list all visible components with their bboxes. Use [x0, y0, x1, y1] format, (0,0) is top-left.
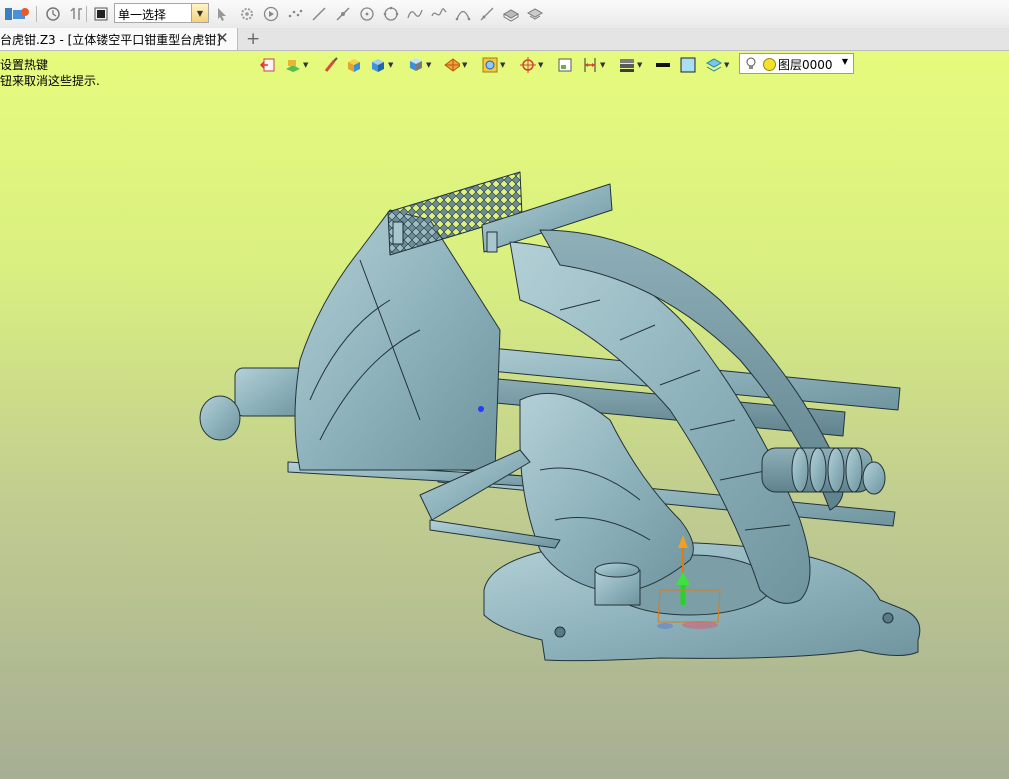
document-tab-title: 台虎钳.Z3 - [立体镂空平口钳重型台虎钳] — [0, 33, 221, 47]
document-tab-bar: 台虎钳.Z3 - [立体镂空平口钳重型台虎钳] ✕ + — [0, 28, 1009, 51]
stop-square-icon[interactable] — [92, 5, 110, 23]
screw-knob — [199, 395, 241, 441]
spring-screw — [761, 447, 886, 495]
selection-mode-select[interactable]: 单一选择 ▼ — [114, 3, 209, 23]
gear-pick-icon[interactable] — [238, 5, 256, 23]
clock-icon[interactable] — [44, 5, 62, 23]
tangent-icon[interactable] — [478, 5, 496, 23]
points-icon[interactable] — [286, 5, 304, 23]
circle-center-icon[interactable] — [358, 5, 376, 23]
color-picker-icon[interactable] — [12, 5, 30, 23]
3d-viewport[interactable]: 设置热键 钮来取消这些提示. ▼ ▼ ▼ ▼ ▼ ▼ ▼ ▼ ▼ 图层0000 … — [0, 51, 1009, 779]
solid-pick-icon[interactable] — [502, 5, 520, 23]
line-pick-icon[interactable] — [334, 5, 352, 23]
play-circle-icon[interactable] — [262, 5, 280, 23]
cursor-filter-icon[interactable] — [68, 5, 86, 23]
spline-icon[interactable] — [430, 5, 448, 23]
new-tab-button[interactable]: + — [246, 29, 260, 49]
bolt-hole-left — [554, 626, 566, 638]
back-jaw-slot — [392, 221, 404, 245]
document-tab[interactable]: 台虎钳.Z3 - [立体镂空平口钳重型台虎钳] ✕ — [0, 28, 238, 50]
vise-model[interactable] — [0, 51, 1009, 779]
arrow-select-icon[interactable] — [213, 5, 231, 23]
curve-icon[interactable] — [406, 5, 424, 23]
blue-marker — [478, 406, 484, 412]
toolbar-separator — [86, 6, 87, 22]
front-jaw-slot — [486, 231, 498, 253]
toolbar-separator — [36, 6, 37, 22]
chevron-down-icon[interactable]: ▼ — [191, 4, 208, 22]
close-icon[interactable]: ✕ — [216, 29, 229, 47]
arc-icon[interactable] — [454, 5, 472, 23]
selection-mode-value: 单一选择 — [118, 8, 167, 22]
face-pick-icon[interactable] — [526, 5, 544, 23]
top-toolbar: 单一选择 ▼ — [0, 0, 1009, 29]
circle-icon[interactable] — [382, 5, 400, 23]
line-icon[interactable] — [310, 5, 328, 23]
screw-shaft — [234, 367, 306, 417]
bolt-hole-right — [882, 612, 894, 624]
